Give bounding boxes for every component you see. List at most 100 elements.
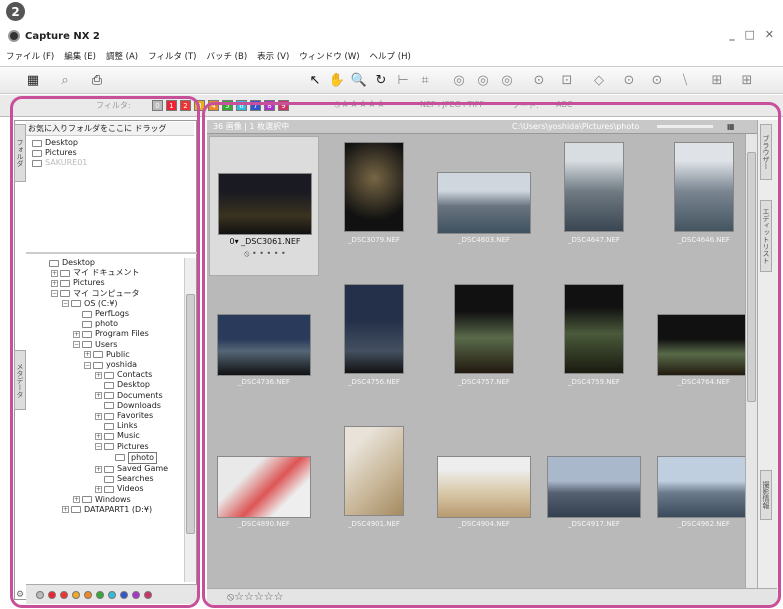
tree-item[interactable]: Searches	[40, 474, 168, 484]
thumbnail-image[interactable]	[344, 142, 404, 232]
tree-item[interactable]: − OS (C:¥)	[40, 299, 168, 309]
thumbnail-cell[interactable]: _DSC4759.NEF	[539, 278, 649, 418]
thumbnail-rating[interactable]: ⦸ • • • • •	[210, 249, 320, 259]
selection-gradient-icon[interactable]: ⧹	[676, 71, 694, 89]
color-point-icon[interactable]: ⊙	[530, 71, 548, 89]
tree-item[interactable]: Links	[40, 421, 168, 431]
tree-item[interactable]: PerfLogs	[40, 309, 168, 319]
rotate-tool-icon[interactable]: ↻	[372, 71, 390, 89]
expander-icon[interactable]: +	[95, 392, 102, 400]
expander-icon[interactable]: −	[51, 290, 58, 298]
edit-list-tab[interactable]: エディットリスト	[760, 200, 772, 272]
thumbnail-image[interactable]	[657, 456, 751, 518]
tree-item[interactable]: Desktop	[40, 380, 168, 390]
tree-item[interactable]: Downloads	[40, 401, 168, 411]
menu-item-5[interactable]: 表示 (V)	[257, 50, 289, 62]
tree-item[interactable]: − マイ コンピュータ	[40, 289, 168, 299]
label-filter-1[interactable]: 1	[166, 100, 177, 111]
label-dot[interactable]	[132, 591, 140, 599]
thumbnail-image[interactable]	[437, 456, 531, 518]
thumbnail-cell[interactable]: _DSC4962.NEF	[649, 420, 759, 560]
menu-item-6[interactable]: ウィンドウ (W)	[299, 50, 359, 62]
tree-item[interactable]: photo	[40, 451, 168, 465]
tree-item[interactable]: + DATAPART1 (D:¥)	[40, 505, 168, 515]
favorite-item[interactable]: Pictures	[32, 148, 87, 158]
grid-scrollbar[interactable]	[745, 134, 757, 588]
lasso-icon[interactable]: ◇	[590, 71, 608, 89]
expander-icon[interactable]: +	[51, 269, 58, 277]
label-dot[interactable]	[84, 591, 92, 599]
tree-item[interactable]: + Videos	[40, 484, 168, 494]
label-filter-2[interactable]: 2	[180, 100, 191, 111]
label-dot[interactable]	[144, 591, 152, 599]
shooting-info-tab[interactable]: 撮影情報	[760, 470, 772, 520]
expander-icon[interactable]: +	[73, 331, 80, 339]
tree-item[interactable]: + Windows	[40, 495, 168, 505]
label-dot[interactable]	[96, 591, 104, 599]
expander-icon[interactable]: +	[95, 465, 102, 473]
selection-brush-icon[interactable]: ⊡	[558, 71, 576, 89]
thumbnail-cell[interactable]: _DSC4647.NEF	[539, 136, 649, 276]
thumbnail-cell[interactable]: _DSC4917.NEF	[539, 420, 649, 560]
favorite-item[interactable]: Desktop	[32, 138, 87, 148]
expander-icon[interactable]: +	[73, 496, 80, 504]
tree-item[interactable]: + Pictures	[40, 278, 168, 288]
folder-tab[interactable]: フォルダ	[14, 124, 26, 182]
label-dot[interactable]	[120, 591, 128, 599]
label-filter-7[interactable]: 7	[250, 100, 261, 111]
label-dot[interactable]	[108, 591, 116, 599]
label-dot[interactable]	[36, 591, 44, 599]
rating-stars[interactable]: ⦸☆☆☆☆☆	[227, 590, 283, 604]
filetype-filter[interactable]: NEF+JPEG+TIFF	[420, 100, 484, 109]
thumbnail-image[interactable]	[437, 172, 531, 234]
thumbnail-cell[interactable]: _DSC4890.NEF	[209, 420, 319, 560]
grid-scroll-thumb[interactable]	[747, 152, 756, 402]
tree-item[interactable]: + Contacts	[40, 370, 168, 380]
tree-scrollbar[interactable]	[184, 258, 196, 582]
direct-select-tool-icon[interactable]: ↖	[306, 71, 324, 89]
thumbnail-image[interactable]	[564, 142, 624, 232]
print-icon[interactable]: ⎙	[88, 71, 106, 89]
thumbnail-cell[interactable]: 0▾ _DSC3061.NEF ⦸ • • • • •	[209, 136, 319, 276]
wb-tool-icon[interactable]: ◎	[474, 71, 492, 89]
browser-tab[interactable]: ブラウザー	[760, 124, 772, 180]
label-filter-0[interactable]: 0	[152, 100, 163, 111]
expander-icon[interactable]: +	[95, 371, 102, 379]
thumbnail-image[interactable]	[674, 142, 734, 232]
tree-item[interactable]: + Documents	[40, 391, 168, 401]
expander-icon[interactable]: −	[95, 443, 102, 451]
zoom-tool-icon[interactable]: 🔍	[350, 71, 368, 89]
label-dot[interactable]	[60, 591, 68, 599]
rating-filter[interactable]: ⦸★★★★★	[334, 99, 385, 110]
red-eye-tool-icon[interactable]: ◎	[450, 71, 468, 89]
black-point-icon[interactable]: ◎	[498, 71, 516, 89]
label-filter-3[interactable]: 3	[194, 100, 205, 111]
thumbnail-image[interactable]	[344, 426, 404, 516]
settings-icon[interactable]: ⊞	[738, 71, 756, 89]
thumbnail-image[interactable]	[657, 314, 751, 376]
tree-item[interactable]: + マイ ドキュメント	[40, 268, 168, 278]
label-filter-9[interactable]: 9	[278, 100, 289, 111]
label-filter-5[interactable]: 5	[222, 100, 233, 111]
thumbnail-cell[interactable]: _DSC4603.NEF	[429, 136, 539, 276]
tree-item[interactable]: Desktop	[40, 258, 168, 268]
thumbnail-cell[interactable]: _DSC3079.NEF	[319, 136, 429, 276]
tree-item[interactable]: photo	[40, 319, 168, 329]
menu-item-7[interactable]: ヘルプ (H)	[370, 50, 411, 62]
tree-item[interactable]: + Program Files	[40, 329, 168, 339]
menu-item-2[interactable]: 調整 (A)	[106, 50, 138, 62]
label-dot[interactable]	[48, 591, 56, 599]
control-point-icon[interactable]: ⊙	[620, 71, 638, 89]
expander-icon[interactable]: +	[51, 280, 58, 287]
thumbnail-cell[interactable]: _DSC4901.NEF	[319, 420, 429, 560]
thumbnail-cell[interactable]: _DSC4756.NEF	[319, 278, 429, 418]
tree-item[interactable]: + Favorites	[40, 411, 168, 421]
tree-scroll-thumb[interactable]	[186, 294, 195, 534]
thumbnail-image[interactable]	[218, 173, 312, 235]
expander-icon[interactable]: +	[62, 506, 69, 514]
window-controls[interactable]: _ □ ✕	[729, 28, 777, 41]
expander-icon[interactable]: +	[95, 433, 102, 441]
tool-icon[interactable]: ⚙	[16, 590, 24, 600]
menu-item-3[interactable]: フィルタ (T)	[148, 50, 196, 62]
hand-tool-icon[interactable]: ✋	[328, 71, 346, 89]
